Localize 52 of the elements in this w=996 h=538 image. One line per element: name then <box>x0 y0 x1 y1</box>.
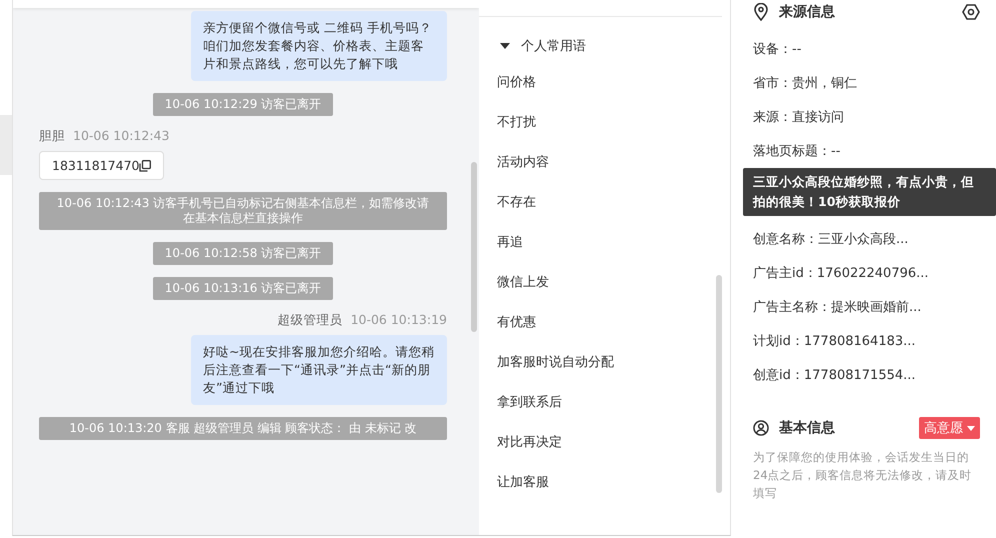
field-value: 177808164183... <box>804 334 916 348</box>
caret-icon <box>499 42 511 50</box>
sender-name: 超级管理员 <box>278 312 343 329</box>
field-value: 三亚小众高段... <box>818 231 908 248</box>
system-notice: 10-06 10:12:29 访客已离开 <box>152 93 334 116</box>
user-circle-icon <box>753 420 769 436</box>
field-value: 贵州，铜仁 <box>792 75 857 92</box>
phrase-item[interactable]: 微信上发 <box>497 273 549 292</box>
phrase-item[interactable]: 再追 <box>497 233 523 252</box>
copy-icon[interactable] <box>139 160 152 172</box>
agent-message: 亲方便留个微信号或 二维码 手机号吗？咱们加您发套餐内容、价格表、主题客片和景点路线，您可以先了解下哦 <box>191 11 447 81</box>
notice-text: 为了保障您的使用体验，会话发生当日的24点之后，顾客信息将无法修改，请及时填写 <box>753 449 973 502</box>
system-notice: 10-06 10:12:43 访客手机号已自动标记右侧基本信息栏，如需修改请在基本信息栏直接操作 <box>39 192 447 230</box>
phrase-item[interactable]: 让加客服 <box>497 473 549 492</box>
visitor-message: 18311817470 <box>39 151 164 180</box>
phrase-group-toggle[interactable]: 个人常用语 <box>479 17 730 55</box>
section-title: 来源信息 <box>779 3 835 21</box>
field-label: 落地页标题： <box>753 143 831 160</box>
system-notice: 10-06 10:13:16 访客已离开 <box>152 277 334 300</box>
section-title: 基本信息 <box>779 419 835 437</box>
field-label: 创意id： <box>753 367 804 384</box>
location-pin-icon <box>753 3 769 21</box>
phrase-item[interactable]: 拿到联系后 <box>497 393 562 412</box>
field-value: 提米映画婚前... <box>831 299 922 316</box>
field-label: 计划id： <box>753 333 804 350</box>
phrase-item[interactable]: 有优惠 <box>497 313 536 332</box>
field-label: 设备： <box>753 41 792 58</box>
phrase-item[interactable]: 问价格 <box>497 73 536 92</box>
field-label: 来源： <box>753 109 792 126</box>
system-notice: 10-06 10:12:58 访客已离开 <box>152 242 334 265</box>
field-label: 省市： <box>753 75 792 92</box>
field-value: 176022240796... <box>816 266 929 280</box>
sender-name: 胆胆 <box>39 128 65 145</box>
field-value: 直接访问 <box>792 109 844 126</box>
system-notice: 10-06 10:13:20 客服 超级管理员 编辑 顾客状态： 由 未标记 改 <box>39 417 447 440</box>
field-value: 177808171554... <box>804 368 916 382</box>
phrase-item[interactable]: 加客服时说自动分配 <box>497 353 614 372</box>
agent-message: 好哒~现在安排客服加您介绍哈。请您稍后注意查看一下“通讯录”并点击“新的朋友”通过下哦 <box>191 335 447 405</box>
phrase-item[interactable]: 对比再决定 <box>497 433 562 452</box>
caret-icon <box>967 426 975 430</box>
phrase-item[interactable]: 活动内容 <box>497 153 549 172</box>
phrase-item[interactable]: 不打扰 <box>497 113 536 132</box>
field-value: -- <box>831 144 840 158</box>
message-time: 10-06 10:13:19 <box>350 312 447 329</box>
field-label: 创意名称： <box>753 231 818 248</box>
field-label: 广告主id： <box>753 265 817 282</box>
field-label: 广告主名称： <box>753 299 831 316</box>
field-value: -- <box>792 42 802 56</box>
settings-icon[interactable] <box>962 4 980 20</box>
message-time: 10-06 10:12:43 <box>73 128 170 145</box>
phrase-item[interactable]: 不存在 <box>497 193 536 212</box>
tooltip: 三亚小众高段位婚纱照，有点小贵，但拍的很美！10秒获取报价 <box>743 168 996 216</box>
